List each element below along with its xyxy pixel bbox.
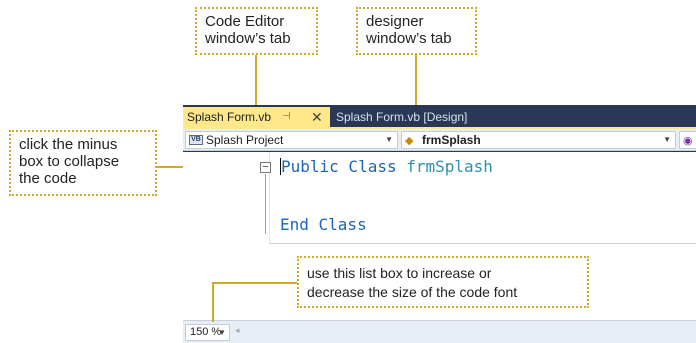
callout-text-line: use this list box to increase or — [307, 265, 492, 281]
tab-label: Splash Form.vb — [187, 110, 272, 124]
editor-margin — [183, 152, 253, 320]
code-keyword: Public Class — [281, 157, 397, 176]
project-dropdown-value: Splash Project — [206, 133, 284, 147]
callout-zoom-list-box: use this list box to increase or decreas… — [297, 256, 589, 308]
callout-text-line: click the minus — [19, 136, 118, 153]
code-class-name: frmSplash — [406, 157, 493, 176]
callout-code-editor-tab: Code Editor window’s tab — [195, 7, 318, 55]
chevron-down-icon: ▼ — [218, 328, 226, 337]
collapse-minus-box[interactable]: − — [260, 162, 271, 173]
callout-text-line: designer — [366, 13, 424, 30]
outline-guide-line — [265, 174, 266, 234]
pin-icon[interactable]: ⊣ — [282, 107, 291, 127]
tab-designer[interactable]: Splash Form.vb [Design] — [332, 107, 482, 127]
class-dropdown[interactable]: ◆ frmSplash ▼ — [401, 131, 676, 149]
zoom-dropdown[interactable]: 150 % ▼ — [185, 324, 230, 341]
code-line[interactable]: Public Class frmSplash — [280, 157, 493, 177]
chevron-down-icon: ▼ — [385, 135, 393, 144]
method-icon: ◉ — [683, 135, 693, 147]
code-keyword: End Class — [280, 215, 367, 234]
callout-text-line: Code Editor — [205, 13, 285, 30]
callout-text-line: box to collapse — [19, 153, 120, 170]
editor-bottom-bar: 150 % ▼ ◂ — [183, 320, 696, 343]
tab-code-editor[interactable]: Splash Form.vb ⊣ ✕ — [183, 107, 330, 127]
callout-leader — [212, 282, 214, 322]
project-dropdown[interactable]: VB Splash Project ▼ — [185, 131, 398, 149]
chevron-down-icon: ▼ — [663, 135, 671, 144]
tab-label: Splash Form.vb [Design] — [336, 110, 468, 124]
navigation-bar: VB Splash Project ▼ ◆ frmSplash ▼ ◉ — [183, 129, 696, 151]
callout-text-line: window’s tab — [366, 30, 452, 47]
scroll-left-arrow-icon[interactable]: ◂ — [235, 325, 240, 336]
callout-text-line: window’s tab — [205, 30, 291, 47]
callout-designer-tab: designer window’s tab — [356, 7, 477, 55]
document-tab-strip: Splash Form.vb ⊣ ✕ Splash Form.vb [Desig… — [183, 105, 696, 127]
class-dropdown-value: frmSplash — [422, 133, 481, 147]
callout-text-line: decrease the size of the code font — [307, 284, 518, 300]
zoom-value: 150 % — [190, 326, 222, 338]
member-dropdown[interactable]: ◉ — [679, 131, 696, 149]
callout-text-line: the code — [19, 170, 77, 187]
code-line[interactable]: End Class — [280, 215, 367, 235]
vb-project-icon: VB — [189, 135, 203, 145]
callout-minus-box: click the minus box to collapse the code — [9, 130, 157, 196]
close-icon[interactable]: ✕ — [311, 107, 323, 127]
callout-leader — [212, 282, 297, 284]
class-icon: ◆ — [405, 135, 414, 147]
